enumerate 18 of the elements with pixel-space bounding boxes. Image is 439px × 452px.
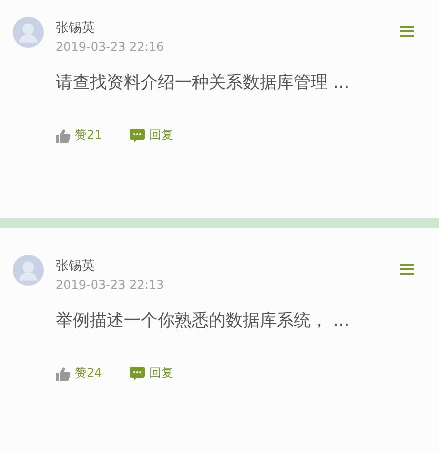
chat-bubble-icon <box>130 128 146 142</box>
menu-icon[interactable] <box>400 26 414 37</box>
like-button[interactable]: 赞24 <box>56 365 102 382</box>
post-time: 2019-03-23 22:16 <box>56 39 166 55</box>
reply-button[interactable]: 回复 <box>130 127 174 144</box>
thumbs-up-icon <box>56 366 71 380</box>
post-content[interactable]: 请查找资料介绍一种关系数据库管理 ... <box>56 71 426 95</box>
like-button[interactable]: 赞21 <box>56 127 102 144</box>
avatar-icon <box>13 255 44 286</box>
post-time: 2019-03-23 22:13 <box>56 277 166 293</box>
menu-icon[interactable] <box>400 264 414 275</box>
author-name: 张锡英 <box>56 259 96 275</box>
post-content[interactable]: 举例描述一个你熟悉的数据库系统， ... <box>56 309 426 333</box>
reply-button[interactable]: 回复 <box>130 365 174 382</box>
thumbs-up-icon <box>56 128 71 142</box>
chat-bubble-icon <box>130 366 146 380</box>
author-name: 张锡英 <box>56 21 96 37</box>
avatar-icon <box>13 17 44 48</box>
